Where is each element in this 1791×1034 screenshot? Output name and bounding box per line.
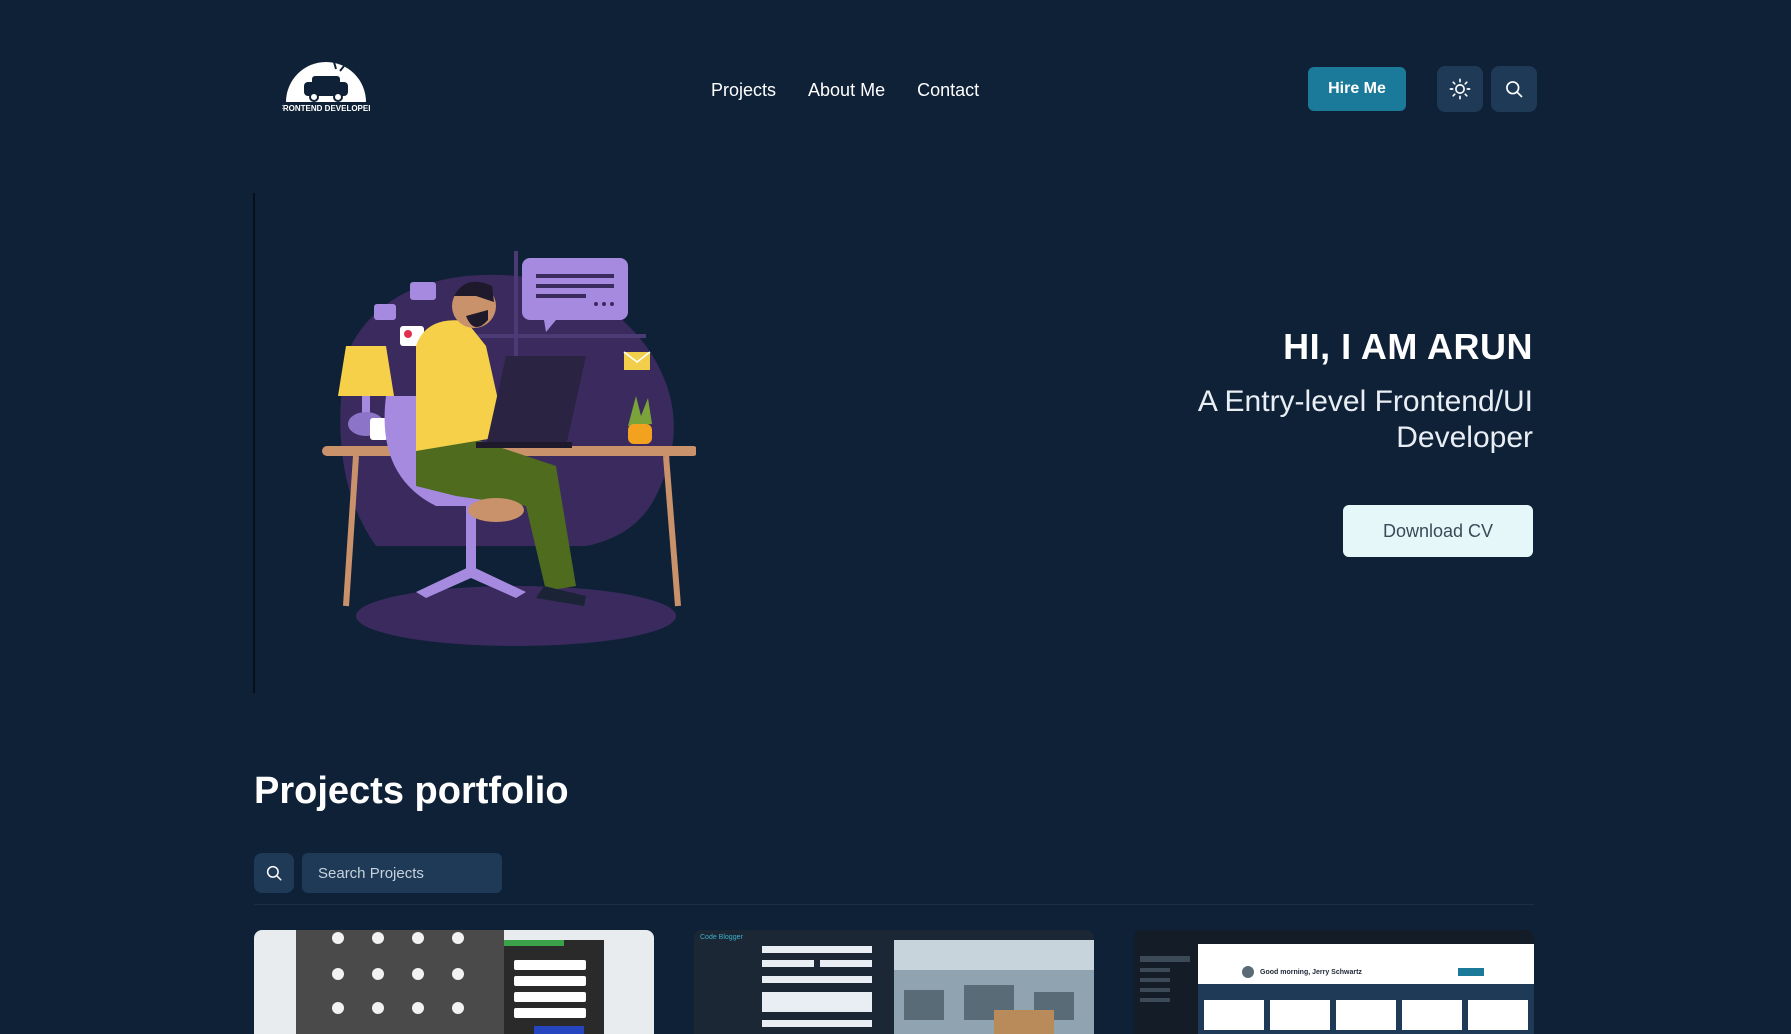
project-thumbnail [296,930,604,1034]
hire-me-button[interactable]: Hire Me [1308,67,1406,111]
section-divider [254,904,1534,905]
card-greeting: Good morning, Jerry Schwartz [1260,969,1362,976]
nav-contact[interactable]: Contact [917,80,979,101]
search-icon [1506,81,1523,98]
project-card-3[interactable]: Good morning, Jerry Schwartz [1134,930,1534,1034]
search-icon [266,865,282,881]
projects-search-input[interactable] [302,853,502,893]
sun-icon [1449,78,1471,100]
project-card-2[interactable]: Code Blogger [694,930,1094,1034]
nav-about-me[interactable]: About Me [808,80,885,101]
nav-projects[interactable]: Projects [711,80,776,101]
developer-illustration [322,251,696,646]
hero-subtitle: A Entry-level Frontend/UI Developer [1197,385,1533,454]
card-brand: Code Blogger [700,934,743,941]
page: FRONTEND DEVELOPER Projects About Me Con… [0,0,1791,1034]
hero-divider-line [253,193,255,693]
download-cv-button[interactable]: Download CV [1343,505,1533,557]
theme-toggle-button[interactable] [1437,66,1483,112]
project-card-1[interactable] [254,930,654,1034]
project-thumbnail: Good morning, Jerry Schwartz [1134,930,1534,1034]
main-nav: Projects About Me Contact [711,80,979,101]
header-search-button[interactable] [1491,66,1537,112]
project-thumbnail: Code Blogger [694,930,1094,1034]
logo[interactable]: FRONTEND DEVELOPER [282,56,370,116]
hero-title: HI, I AM ARUN [1283,326,1533,367]
logo-text: FRONTEND DEVELOPER [282,104,370,113]
projects-section-title: Projects portfolio [254,770,569,812]
projects-search-icon-box[interactable] [254,853,294,893]
